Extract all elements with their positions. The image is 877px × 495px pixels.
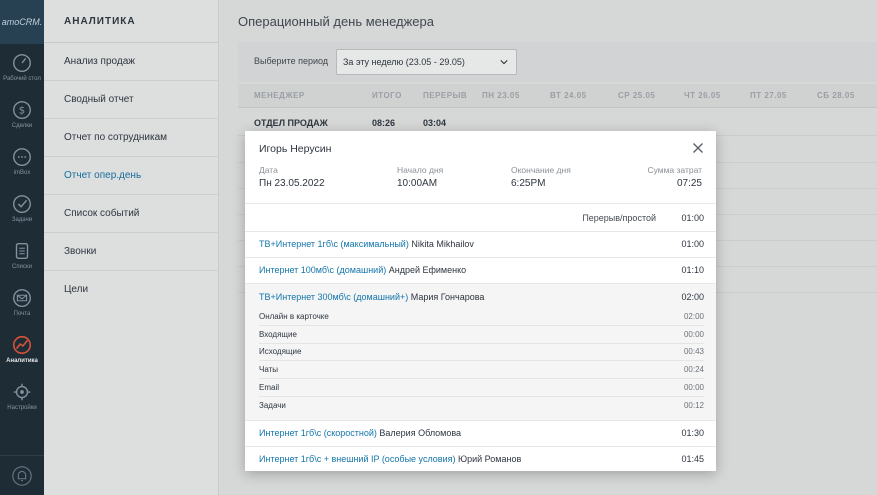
detail-time: 00:00 xyxy=(683,330,704,339)
divider xyxy=(245,446,716,447)
divider xyxy=(259,325,704,326)
detail-time: 00:43 xyxy=(683,347,704,356)
expanded-deal-panel xyxy=(245,284,716,420)
detail-label: Онлайн в карточке xyxy=(259,312,329,321)
deal-row: ТВ+Интернет 1гб\с (максимальный) Nikita … xyxy=(259,239,474,249)
deal-link[interactable]: ТВ+Интернет 300мб\с (домашний+) xyxy=(259,292,408,302)
deal-time: 01:00 xyxy=(681,239,704,249)
deal-row: ТВ+Интернет 300мб\с (домашний+) Мария Го… xyxy=(259,292,484,302)
deal-link[interactable]: Интернет 1гб\с + внешний IP (особые усло… xyxy=(259,454,456,464)
deal-person: Валерия Обломова xyxy=(379,428,462,438)
divider xyxy=(259,343,704,344)
deal-row: Интернет 1гб\с (скоростной) Валерия Обло… xyxy=(259,428,461,438)
deal-row: Интернет 100мб\с (домашний) Андрей Ефиме… xyxy=(259,265,466,275)
detail-time: 00:12 xyxy=(683,401,704,410)
detail-time: 02:00 xyxy=(683,312,704,321)
date-value: Пн 23.05.2022 xyxy=(259,178,325,189)
deal-link[interactable]: Интернет 1гб\с (скоростной) xyxy=(259,428,377,438)
deal-link[interactable]: ТВ+Интернет 1гб\с (максимальный) xyxy=(259,239,409,249)
deal-time: 01:10 xyxy=(681,265,704,275)
detail-label: Входящие xyxy=(259,330,297,339)
break-value: 01:00 xyxy=(681,213,704,223)
divider xyxy=(245,257,716,258)
sum-value: 07:25 xyxy=(676,178,702,189)
deal-person: Андрей Ефименко xyxy=(388,265,467,275)
deal-time: 01:30 xyxy=(681,428,704,438)
deal-link[interactable]: Интернет 100мб\с (домашний) xyxy=(259,265,386,275)
date-label: Дата xyxy=(259,165,278,175)
divider xyxy=(245,420,716,421)
divider xyxy=(245,203,716,204)
manager-day-modal: Игорь Нерусин Дата Пн 23.05.2022 Начало … xyxy=(245,131,716,471)
deal-row: Интернет 1гб\с + внешний IP (особые усло… xyxy=(259,454,521,464)
modal-title: Игорь Нерусин xyxy=(259,143,332,155)
divider xyxy=(245,231,716,232)
detail-label: Email xyxy=(259,383,280,392)
detail-time: 00:00 xyxy=(683,383,704,392)
divider xyxy=(259,378,704,379)
start-value: 10:00AM xyxy=(397,178,438,189)
divider xyxy=(259,396,704,397)
detail-label: Задачи xyxy=(259,401,286,410)
deal-person: Мария Гончарова xyxy=(410,292,485,302)
deal-person: Nikita Mikhailov xyxy=(411,239,474,249)
deal-time: 01:45 xyxy=(681,454,704,464)
end-value: 6:25PM xyxy=(511,178,546,189)
close-icon[interactable] xyxy=(692,142,704,154)
start-label: Начало дня xyxy=(397,165,444,175)
sum-label: Сумма затрат xyxy=(647,165,702,175)
deal-person: Юрий Романов xyxy=(458,454,522,464)
end-label: Окончание дня xyxy=(511,165,571,175)
detail-label: Исходящие xyxy=(259,347,302,356)
detail-label: Чаты xyxy=(259,365,279,374)
app-window: amoCRM. Рабочий стол $ Сделки imBox Зада… xyxy=(0,0,877,495)
break-label: Перерыв/простой xyxy=(582,213,656,223)
detail-time: 00:24 xyxy=(683,365,704,374)
deal-time: 02:00 xyxy=(681,292,704,302)
divider xyxy=(259,360,704,361)
